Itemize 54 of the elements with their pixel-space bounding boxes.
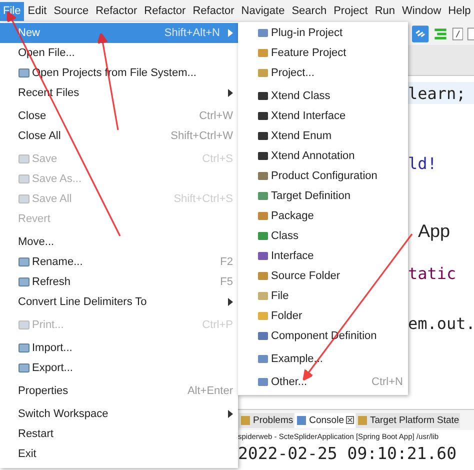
menu-item[interactable]: Target Definition	[238, 186, 408, 206]
menu-item[interactable]: Move...	[0, 232, 238, 252]
code-text: em.out.	[408, 314, 474, 332]
menu-item[interactable]: Package	[238, 206, 408, 226]
menu-bar-item[interactable]: Help	[445, 2, 474, 20]
menu-item[interactable]: Refresh F5	[0, 272, 238, 292]
list-icon[interactable]	[432, 26, 448, 42]
menu-item[interactable]: Xtend Annotation	[238, 146, 408, 166]
code-text: ld!	[408, 154, 437, 172]
menu-item[interactable]: Product Configuration	[238, 166, 408, 186]
menu-item[interactable]: Feature Project	[238, 43, 408, 63]
menu-item[interactable]: Xtend Interface	[238, 106, 408, 126]
menu-item[interactable]: Source Folder	[238, 266, 408, 286]
tab-icon	[356, 414, 368, 426]
close-icon[interactable]	[346, 416, 354, 424]
panel-tab[interactable]: Problems	[239, 412, 294, 428]
menu-item[interactable]: Plug-in Project	[238, 23, 408, 43]
menu-item[interactable]: Exit	[0, 444, 238, 464]
menu-item[interactable]: Properties Alt+Enter	[0, 381, 238, 401]
menu-item[interactable]: Interface	[238, 246, 408, 266]
code-text: learn;	[408, 84, 466, 102]
menu-bar-item[interactable]: Refactor	[190, 2, 238, 20]
tab-icon	[240, 414, 251, 426]
panel-tab[interactable]: Target Platform State	[356, 412, 460, 428]
menu-bar-item[interactable]: Project	[330, 2, 371, 20]
menu-item[interactable]: Class	[238, 226, 408, 246]
menu-bar-item[interactable]: Source	[50, 2, 92, 20]
menu-item[interactable]: Xtend Enum	[238, 126, 408, 146]
menu-item[interactable]: Import...	[0, 338, 238, 358]
menu-bar-item[interactable]: Refactor	[92, 2, 140, 20]
window-icon[interactable]	[467, 26, 474, 42]
menu-item[interactable]: File	[238, 286, 408, 306]
menu-item[interactable]: Switch Workspace	[0, 404, 238, 424]
menu-bar-item[interactable]: Edit	[24, 2, 50, 20]
menu-item[interactable]: Project...	[238, 63, 408, 83]
menu-item[interactable]: Convert Line Delimiters To	[0, 292, 238, 312]
menu-item[interactable]: Rename... F2	[0, 252, 238, 272]
code-text: App	[418, 220, 450, 242]
link-icon[interactable]	[412, 24, 429, 44]
menu-bar-item[interactable]: Refactor	[141, 2, 189, 20]
menu-item[interactable]: Xtend Class	[238, 86, 408, 106]
menu-item[interactable]: Close All Shift+Ctrl+W	[0, 126, 238, 146]
menu-bar-item[interactable]: Navigate	[238, 2, 288, 20]
code-text: tatic	[408, 264, 456, 282]
menu-bar-item[interactable]: Run	[372, 2, 398, 20]
menu-bar-item[interactable]: Search	[288, 2, 330, 20]
menu-item[interactable]: Export...	[0, 358, 238, 378]
menu-bar-item[interactable]: Window	[399, 2, 444, 20]
menu-item[interactable]: Other... Ctrl+N	[238, 372, 408, 392]
tab-icon	[296, 414, 308, 426]
document-icon[interactable]	[452, 26, 464, 42]
menu-item[interactable]: Close Ctrl+W	[0, 106, 238, 126]
panel-tab[interactable]: Console	[295, 412, 355, 428]
menu-item[interactable]: Folder	[238, 306, 408, 326]
